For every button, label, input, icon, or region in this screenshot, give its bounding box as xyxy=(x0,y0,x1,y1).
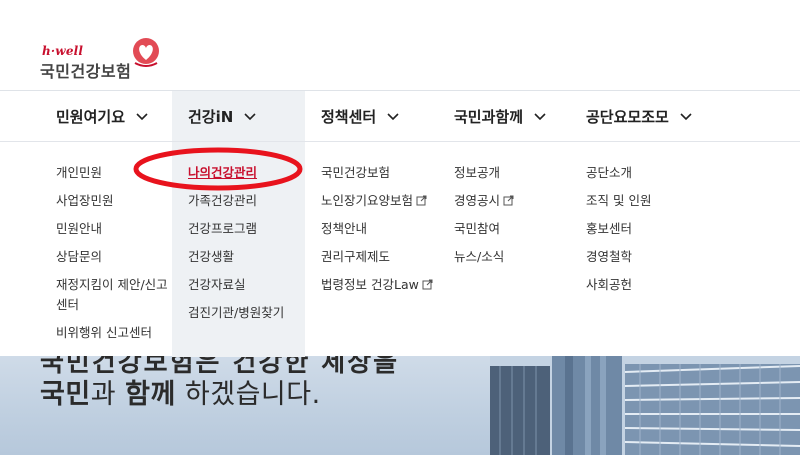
chevron-down-icon xyxy=(244,112,256,120)
hero-headline-line2: 국민과 함께 하겠습니다. xyxy=(40,372,321,411)
submenu-item[interactable]: 건강자료실 xyxy=(188,271,284,299)
submenu-item-my-health[interactable]: 나의건강관리 xyxy=(188,159,284,187)
submenu-item-label: 노인장기요양보험 xyxy=(321,193,414,208)
submenu-item[interactable]: 정책안내 xyxy=(321,215,433,243)
submenu-item[interactable]: 권리구제제도 xyxy=(321,243,433,271)
hero-banner: 국민건강보험은 건강한 세상을 국민과 함께 하겠습니다. xyxy=(0,356,800,455)
submenu-item[interactable]: 가족건강관리 xyxy=(188,187,284,215)
gnb-menu-civil-label: 민원여기요 xyxy=(56,108,126,126)
gnb-menu-together-label: 국민과함께 xyxy=(454,108,524,126)
external-link-icon xyxy=(422,279,433,290)
hero-word-gwa: 과 xyxy=(90,379,126,410)
external-link-icon xyxy=(503,195,514,206)
hero-word-end: 하겠습니다. xyxy=(175,379,321,410)
gnb-column-together: 국민과함께 정보공개 경영공시 국민참여 뉴스/소식 xyxy=(438,91,571,357)
submenu-item[interactable]: 경영철학 xyxy=(586,243,651,271)
global-navigation: 민원여기요 개인민원 사업장민원 민원안내 상담문의 재정지킴이 제안/신고센터… xyxy=(0,90,800,357)
gnb-column-civil: 민원여기요 개인민원 사업장민원 민원안내 상담문의 재정지킴이 제안/신고센터… xyxy=(40,91,173,357)
gnb-column-about: 공단요모조모 공단소개 조직 및 인원 홍보센터 경영철학 사회공헌 xyxy=(570,91,710,357)
submenu-item[interactable]: 건강생활 xyxy=(188,243,284,271)
heart-logo-icon xyxy=(133,38,159,67)
submenu-item[interactable]: 홍보센터 xyxy=(586,215,651,243)
submenu-item[interactable]: 상담문의 xyxy=(56,243,171,271)
submenu-item[interactable]: 검진기관/병원찾기 xyxy=(188,299,284,327)
submenu-policy: 국민건강보험 노인장기요양보험 정책안내 권리구제제도 법령정보 건강Law xyxy=(321,159,433,299)
submenu-item[interactable]: 국민참여 xyxy=(454,215,514,243)
chevron-down-icon xyxy=(136,112,148,120)
submenu-item[interactable]: 국민건강보험 xyxy=(321,159,433,187)
gnb-menu-together[interactable]: 국민과함께 xyxy=(438,91,547,142)
gnb-column-policy: 정책센터 국민건강보험 노인장기요양보험 정책안내 권리구제제도 법령정보 건강… xyxy=(305,91,438,357)
gnb-menu-about-label: 공단요모조모 xyxy=(586,108,669,126)
submenu-item-with-external[interactable]: 법령정보 건강Law xyxy=(321,271,433,299)
gnb-column-health-in: 건강iN 나의건강관리 가족건강관리 건강프로그램 건강생활 건강자료실 검진기… xyxy=(172,91,305,357)
submenu-about: 공단소개 조직 및 인원 홍보센터 경영철학 사회공헌 xyxy=(586,159,651,299)
chevron-down-icon xyxy=(387,112,399,120)
gnb-menu-civil[interactable]: 민원여기요 xyxy=(40,91,149,142)
hero-word-people: 국민 xyxy=(40,379,91,410)
submenu-item[interactable]: 조직 및 인원 xyxy=(586,187,651,215)
submenu-health-in: 나의건강관리 가족건강관리 건강프로그램 건강생활 건강자료실 검진기관/병원찾… xyxy=(188,159,284,327)
submenu-item[interactable]: 뉴스/소식 xyxy=(454,243,514,271)
chevron-down-icon xyxy=(534,112,546,120)
submenu-item[interactable]: 공단소개 xyxy=(586,159,651,187)
gnb-menu-policy-label: 정책센터 xyxy=(321,108,377,126)
logo-name: 국민건강보험 xyxy=(40,62,132,81)
submenu-item[interactable]: 개인민원 xyxy=(56,159,171,187)
submenu-item[interactable]: 사회공헌 xyxy=(586,271,651,299)
submenu-item[interactable]: 비위행위 신고센터 xyxy=(56,319,171,347)
submenu-item-label: 경영공시 xyxy=(454,193,501,208)
gnb-menu-policy[interactable]: 정책센터 xyxy=(305,91,400,142)
gnb-menu-about[interactable]: 공단요모조모 xyxy=(570,91,693,142)
submenu-item-with-external[interactable]: 노인장기요양보험 xyxy=(321,187,433,215)
hero-word-together: 함께 xyxy=(125,379,176,410)
submenu-item[interactable]: 민원안내 xyxy=(56,215,171,243)
site-logo[interactable]: h·well 국민건강보험 xyxy=(40,36,170,82)
submenu-item-with-external[interactable]: 경영공시 xyxy=(454,187,514,215)
submenu-civil: 개인민원 사업장민원 민원안내 상담문의 재정지킴이 제안/신고센터 비위행위 … xyxy=(56,159,171,347)
submenu-item-label: 법령정보 건강Law xyxy=(321,277,419,292)
gnb-menu-health-in-label: 건강iN xyxy=(188,108,234,126)
submenu-item[interactable]: 정보공개 xyxy=(454,159,514,187)
gnb-menu-health-in[interactable]: 건강iN xyxy=(172,91,257,142)
external-link-icon xyxy=(416,195,427,206)
submenu-item[interactable]: 사업장민원 xyxy=(56,187,171,215)
submenu-together: 정보공개 경영공시 국민참여 뉴스/소식 xyxy=(454,159,514,271)
submenu-item[interactable]: 건강프로그램 xyxy=(188,215,284,243)
chevron-down-icon xyxy=(680,112,692,120)
building-image xyxy=(490,356,800,455)
logo-tagline: h·well xyxy=(42,44,84,58)
submenu-item[interactable]: 재정지킴이 제안/신고센터 xyxy=(56,271,171,319)
